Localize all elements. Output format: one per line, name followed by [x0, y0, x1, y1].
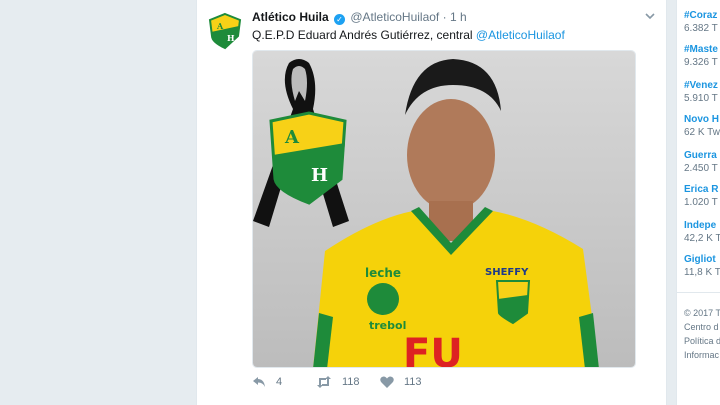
trend-count: 6.382 T	[684, 23, 718, 34]
verified-badge-icon: ✓	[334, 14, 346, 25]
trend-title: #Maste	[684, 44, 718, 55]
trend-title: Guerra	[684, 150, 717, 161]
author-handle[interactable]: @AtleticoHuilaof	[350, 10, 439, 24]
footer-copyright: © 2017 T	[684, 308, 720, 318]
shirt-front-text: FU	[403, 331, 463, 368]
brand-text: SHEFFY	[485, 267, 529, 278]
player-photo: A H leche trebol SHEFFY FU	[253, 51, 635, 368]
tweet-time[interactable]: 1 h	[450, 10, 467, 24]
crest-letter-h: H	[311, 165, 328, 186]
sponsor-sub-text: trebol	[369, 319, 406, 332]
trend-count: 11,8 K T	[684, 267, 720, 278]
retweet-count: 118	[342, 376, 360, 388]
trend-count: 1.020 T	[684, 197, 718, 208]
trend-count: 2.450 T	[684, 163, 718, 174]
trend-title: #Coraz	[684, 10, 718, 21]
trend-count: 42,2 K T	[684, 233, 720, 244]
like-button[interactable]: 113	[380, 376, 422, 388]
footer-link[interactable]: Centro d	[684, 320, 719, 334]
chevron-down-icon[interactable]	[644, 10, 656, 22]
trend-item[interactable]: #Coraz 6.382 T	[684, 10, 718, 34]
header-separator: ·	[442, 10, 447, 24]
reply-button[interactable]: 4	[252, 376, 282, 388]
trend-item[interactable]: Gigliot 11,8 K T	[684, 254, 720, 278]
profile-avatar[interactable]: A H	[206, 12, 244, 50]
footer-link[interactable]: Informac	[684, 348, 719, 362]
tweet-body: Q.E.P.D Eduard Andrés Gutiérrez, central	[252, 28, 473, 42]
trend-title: Gigliot	[684, 254, 716, 265]
retweet-button[interactable]: 118	[316, 376, 360, 388]
page-background	[0, 0, 196, 405]
tweet-mention-link[interactable]: @AtleticoHuilaof	[476, 28, 565, 42]
heart-icon	[380, 376, 394, 388]
author-name[interactable]: Atlético Huila	[252, 10, 329, 24]
trend-title: #Venez	[684, 80, 718, 91]
crest-letter-a: A	[284, 127, 300, 148]
trend-item[interactable]: Erica R 1.020 T	[684, 184, 718, 208]
avatar-letter-h: H	[227, 33, 235, 43]
trend-item[interactable]: #Venez 5.910 T	[684, 80, 718, 104]
tweet-text: Q.E.P.D Eduard Andrés Gutiérrez, central…	[252, 28, 565, 42]
trend-count: 62 K Tw	[684, 127, 720, 138]
trend-item[interactable]: Guerra 2.450 T	[684, 150, 718, 174]
avatar-letter-a: A	[216, 21, 224, 31]
trend-title: Erica R	[684, 184, 719, 195]
footer-link[interactable]: Política d	[684, 334, 720, 348]
tweet-header: Atlético Huila ✓ @AtleticoHuilaof · 1 h	[252, 10, 467, 25]
trend-item[interactable]: Novo H 62 K Tw	[684, 114, 720, 138]
trend-item[interactable]: #Maste 9.326 T	[684, 44, 718, 68]
trend-count: 5.910 T	[684, 93, 718, 104]
divider	[676, 292, 720, 293]
trend-title: Novo H	[684, 114, 719, 125]
trend-count: 9.326 T	[684, 57, 718, 68]
tweet-image[interactable]: A H leche trebol SHEFFY FU	[252, 50, 636, 368]
sponsor-text: leche	[365, 266, 401, 280]
like-count: 113	[404, 376, 422, 388]
reply-count: 4	[276, 376, 283, 388]
trend-title: Indepe	[684, 220, 717, 231]
retweet-icon	[317, 376, 331, 388]
trend-item[interactable]: Indepe 42,2 K T	[684, 220, 720, 244]
reply-icon	[253, 377, 265, 387]
